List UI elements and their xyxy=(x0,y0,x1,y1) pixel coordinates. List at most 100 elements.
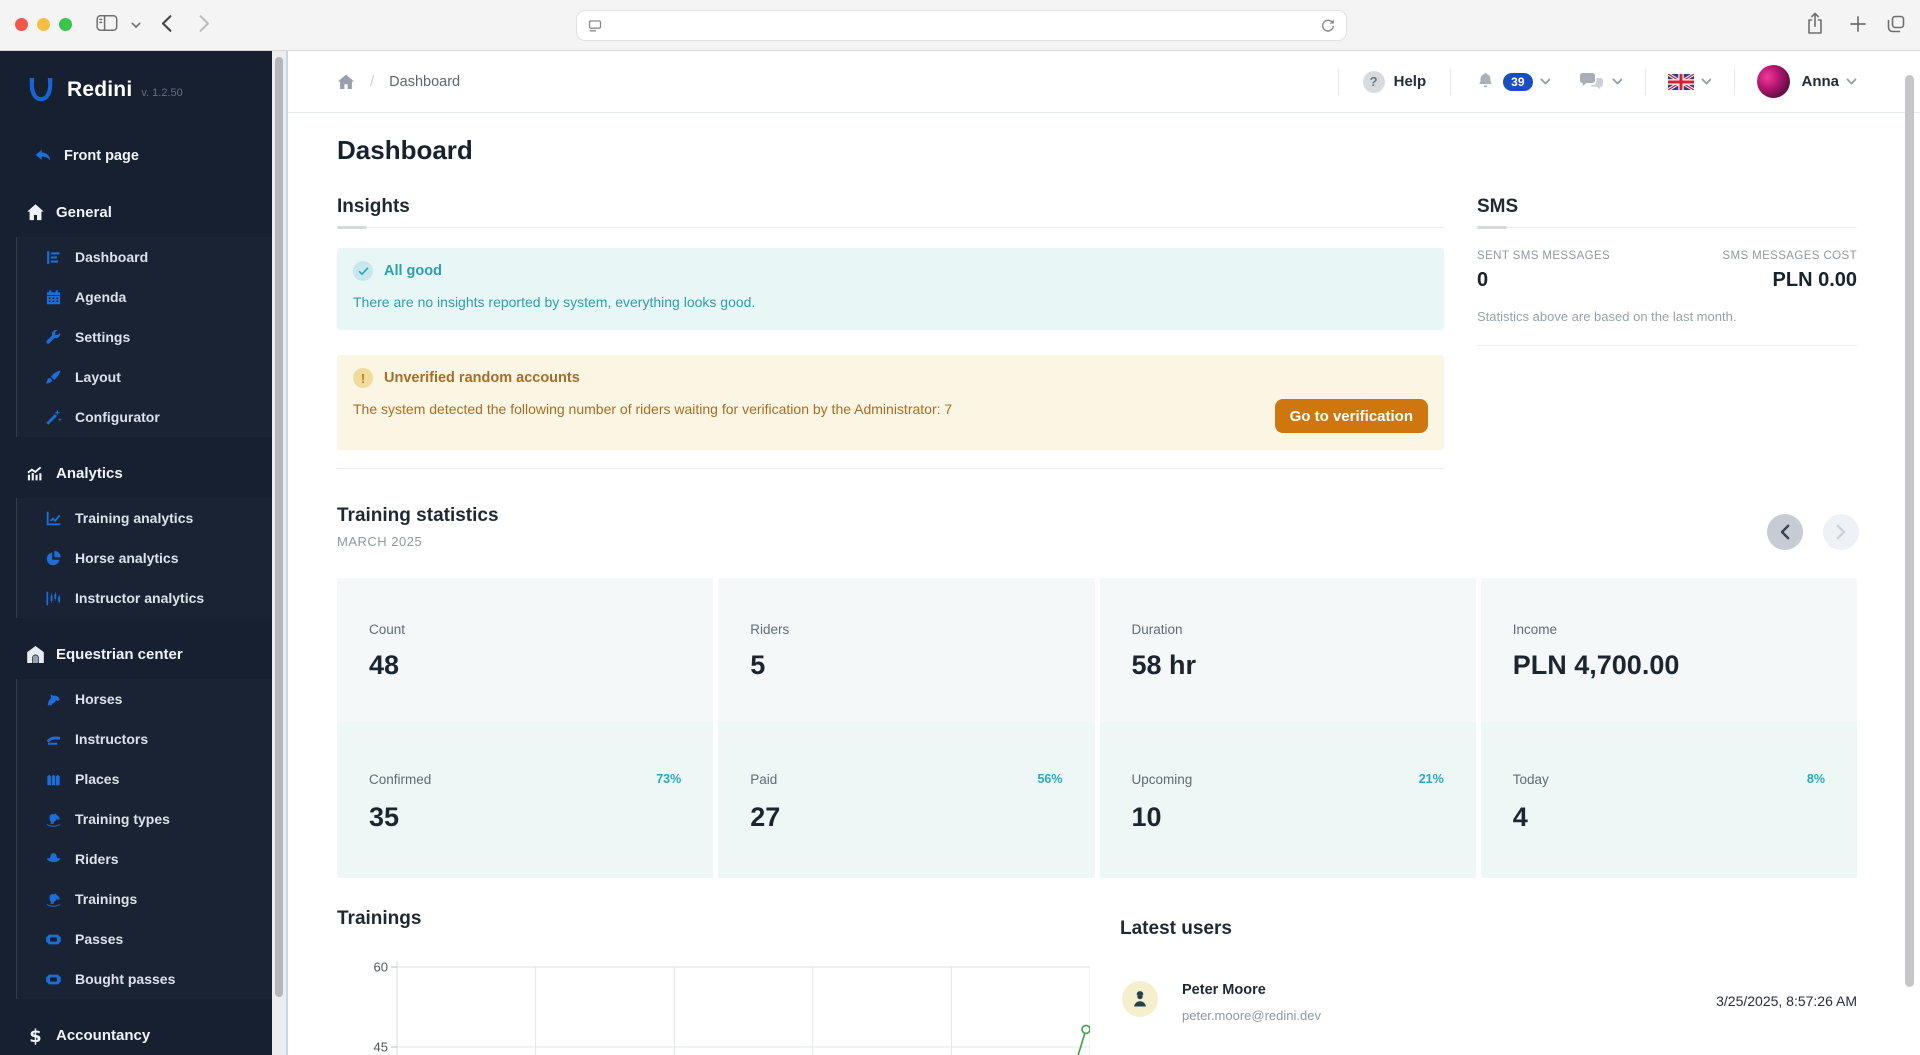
question-mark-icon: ? xyxy=(1362,70,1385,93)
avatar xyxy=(1122,981,1158,1017)
latest-users-section: Latest users Peter Moore peter.moore@red… xyxy=(1120,918,1857,1046)
sidebar-scrollbar-thumb[interactable] xyxy=(275,57,283,997)
sidebar-item-dashboard[interactable]: Dashboard xyxy=(17,237,272,277)
sidebar-section-header[interactable]: Equestrian center xyxy=(0,634,272,674)
sidebar-section-general: General Dashboard Agenda Settings Layout… xyxy=(0,192,272,437)
zoom-window-button[interactable] xyxy=(59,18,72,31)
ticket-icon xyxy=(45,931,62,948)
divider xyxy=(1477,226,1857,229)
stat-card-income: Income PLN 4,700.00 xyxy=(1480,578,1857,722)
reader-view-icon[interactable] xyxy=(587,18,603,34)
sidebar-item-layout[interactable]: Layout xyxy=(17,357,272,397)
sidebar-item-configurator[interactable]: Configurator xyxy=(17,397,272,437)
alert-message: The system detected the following number… xyxy=(353,401,953,417)
sent-sms-stat: SENT SMS MESSAGES 0 xyxy=(1477,250,1610,292)
minimize-window-button[interactable] xyxy=(37,18,50,31)
rocking-horse-icon xyxy=(45,891,62,908)
sidebar-item-instructors[interactable]: Instructors xyxy=(17,719,272,759)
sidebar-section-header[interactable]: General xyxy=(0,192,272,232)
help-label: Help xyxy=(1393,73,1427,90)
notifications-badge: 39 xyxy=(1503,72,1533,91)
stat-card-duration: Duration 58 hr xyxy=(1099,578,1476,722)
sidebar-item-front-page[interactable]: Front page xyxy=(0,136,272,176)
home-icon[interactable] xyxy=(337,74,355,90)
sidebar-item-horse-analytics[interactable]: Horse analytics xyxy=(17,538,272,578)
help-button[interactable]: ? Help xyxy=(1362,70,1427,93)
notifications-button[interactable]: 39 xyxy=(1475,71,1550,92)
main-content: / Dashboard ? Help 39 Anna Dashboard Ins… xyxy=(288,51,1920,1055)
share-icon[interactable] xyxy=(1805,12,1825,35)
sidebar: Redini v. 1.2.50 Front page General Dash… xyxy=(0,51,272,1055)
sms-note: Statistics above are based on the last m… xyxy=(1477,309,1737,324)
avatar xyxy=(1756,65,1790,98)
sidebar-item-instructor-analytics[interactable]: Instructor analytics xyxy=(17,578,272,618)
stats-grid: Count 48 Riders 5 Duration 58 hr Income … xyxy=(337,578,1857,878)
cowboy-hat-icon xyxy=(45,851,62,868)
rocking-horse-icon xyxy=(45,811,62,828)
stat-card-today: Today 8% 4 xyxy=(1480,722,1857,878)
stat-percent: 21% xyxy=(1418,772,1444,786)
chart-line-icon xyxy=(26,464,45,483)
sidebar-item-training-analytics[interactable]: Training analytics xyxy=(17,498,272,538)
alert-title: Unverified random accounts xyxy=(384,370,580,386)
chevron-down-icon xyxy=(1701,78,1712,85)
sidebar-item-bought-passes[interactable]: Bought passes xyxy=(17,959,272,999)
sidebar-item-trainings[interactable]: Trainings xyxy=(17,879,272,919)
app-logo[interactable]: Redini v. 1.2.50 xyxy=(26,73,272,107)
bell-icon xyxy=(1475,71,1496,92)
browser-toolbar xyxy=(0,0,1920,51)
page-scrollbar-thumb[interactable] xyxy=(1905,75,1914,987)
sidebar-item-places[interactable]: Places xyxy=(17,759,272,799)
training-statistics-period: MARCH 2025 xyxy=(337,534,423,549)
stat-value: PLN 0.00 xyxy=(1772,269,1857,291)
forward-icon[interactable] xyxy=(198,14,211,33)
carousel-next-button[interactable] xyxy=(1823,514,1859,550)
sidebar-item-settings[interactable]: Settings xyxy=(17,317,272,357)
stat-label: Paid xyxy=(750,772,778,787)
sidebar-item-horses[interactable]: Horses xyxy=(17,679,272,719)
sidebar-item-training-types[interactable]: Training types xyxy=(17,799,272,839)
language-selector[interactable] xyxy=(1667,73,1712,90)
sidebar-section-analytics: Analytics Training analytics Horse analy… xyxy=(0,453,272,618)
go-to-verification-button[interactable]: Go to verification xyxy=(1274,399,1428,433)
reply-arrow-icon xyxy=(34,147,52,165)
trainings-line-chart: 60 45 xyxy=(374,960,1090,1055)
stat-label: Today xyxy=(1512,772,1549,787)
sidebar-item-passes[interactable]: Passes xyxy=(17,919,272,959)
magic-wand-icon xyxy=(45,409,62,426)
sidebar-toggle-icon[interactable] xyxy=(96,14,118,32)
address-bar[interactable] xyxy=(576,10,1347,41)
app-window: Redini v. 1.2.50 Front page General Dash… xyxy=(0,51,1920,1055)
divider xyxy=(337,226,1444,229)
sidebar-item-riders[interactable]: Riders xyxy=(17,839,272,879)
stat-value: 35 xyxy=(369,802,400,832)
stat-value: 48 xyxy=(369,650,400,680)
chevron-down-icon[interactable] xyxy=(131,22,141,29)
divider xyxy=(1477,345,1857,346)
trainings-chart-section: Trainings 60 45 xyxy=(337,908,1092,1055)
stat-card-upcoming: Upcoming 21% 10 xyxy=(1099,722,1476,878)
close-window-button[interactable] xyxy=(15,18,28,31)
alert-message: There are no insights reported by system… xyxy=(353,294,756,310)
user-name: Anna xyxy=(1801,73,1840,90)
stat-label: SENT SMS MESSAGES xyxy=(1477,250,1611,262)
sidebar-item-agenda[interactable]: Agenda xyxy=(17,277,272,317)
sidebar-section-header[interactable]: $ Accountancy xyxy=(0,1015,272,1055)
back-icon[interactable] xyxy=(160,14,173,33)
stat-value: 4 xyxy=(1512,802,1528,832)
breadcrumb-separator: / xyxy=(370,73,375,90)
stat-card-paid: Paid 56% 27 xyxy=(718,722,1095,878)
sidebar-section-header[interactable]: Analytics xyxy=(0,453,272,493)
reload-icon[interactable] xyxy=(1320,18,1336,34)
messages-button[interactable] xyxy=(1579,72,1623,92)
new-tab-icon[interactable] xyxy=(1849,15,1867,33)
divider xyxy=(1733,68,1735,95)
carousel-prev-button[interactable] xyxy=(1767,514,1803,550)
stat-value: 10 xyxy=(1131,802,1162,832)
tab-overview-icon[interactable] xyxy=(1886,14,1906,34)
user-row[interactable]: Peter Moore peter.moore@redini.dev 3/25/… xyxy=(1120,976,1857,1046)
sidebar-scrollbar[interactable] xyxy=(272,51,286,1055)
stat-value: 0 xyxy=(1477,269,1489,291)
user-menu[interactable]: Anna xyxy=(1756,65,1858,98)
stat-label: Riders xyxy=(750,622,790,637)
